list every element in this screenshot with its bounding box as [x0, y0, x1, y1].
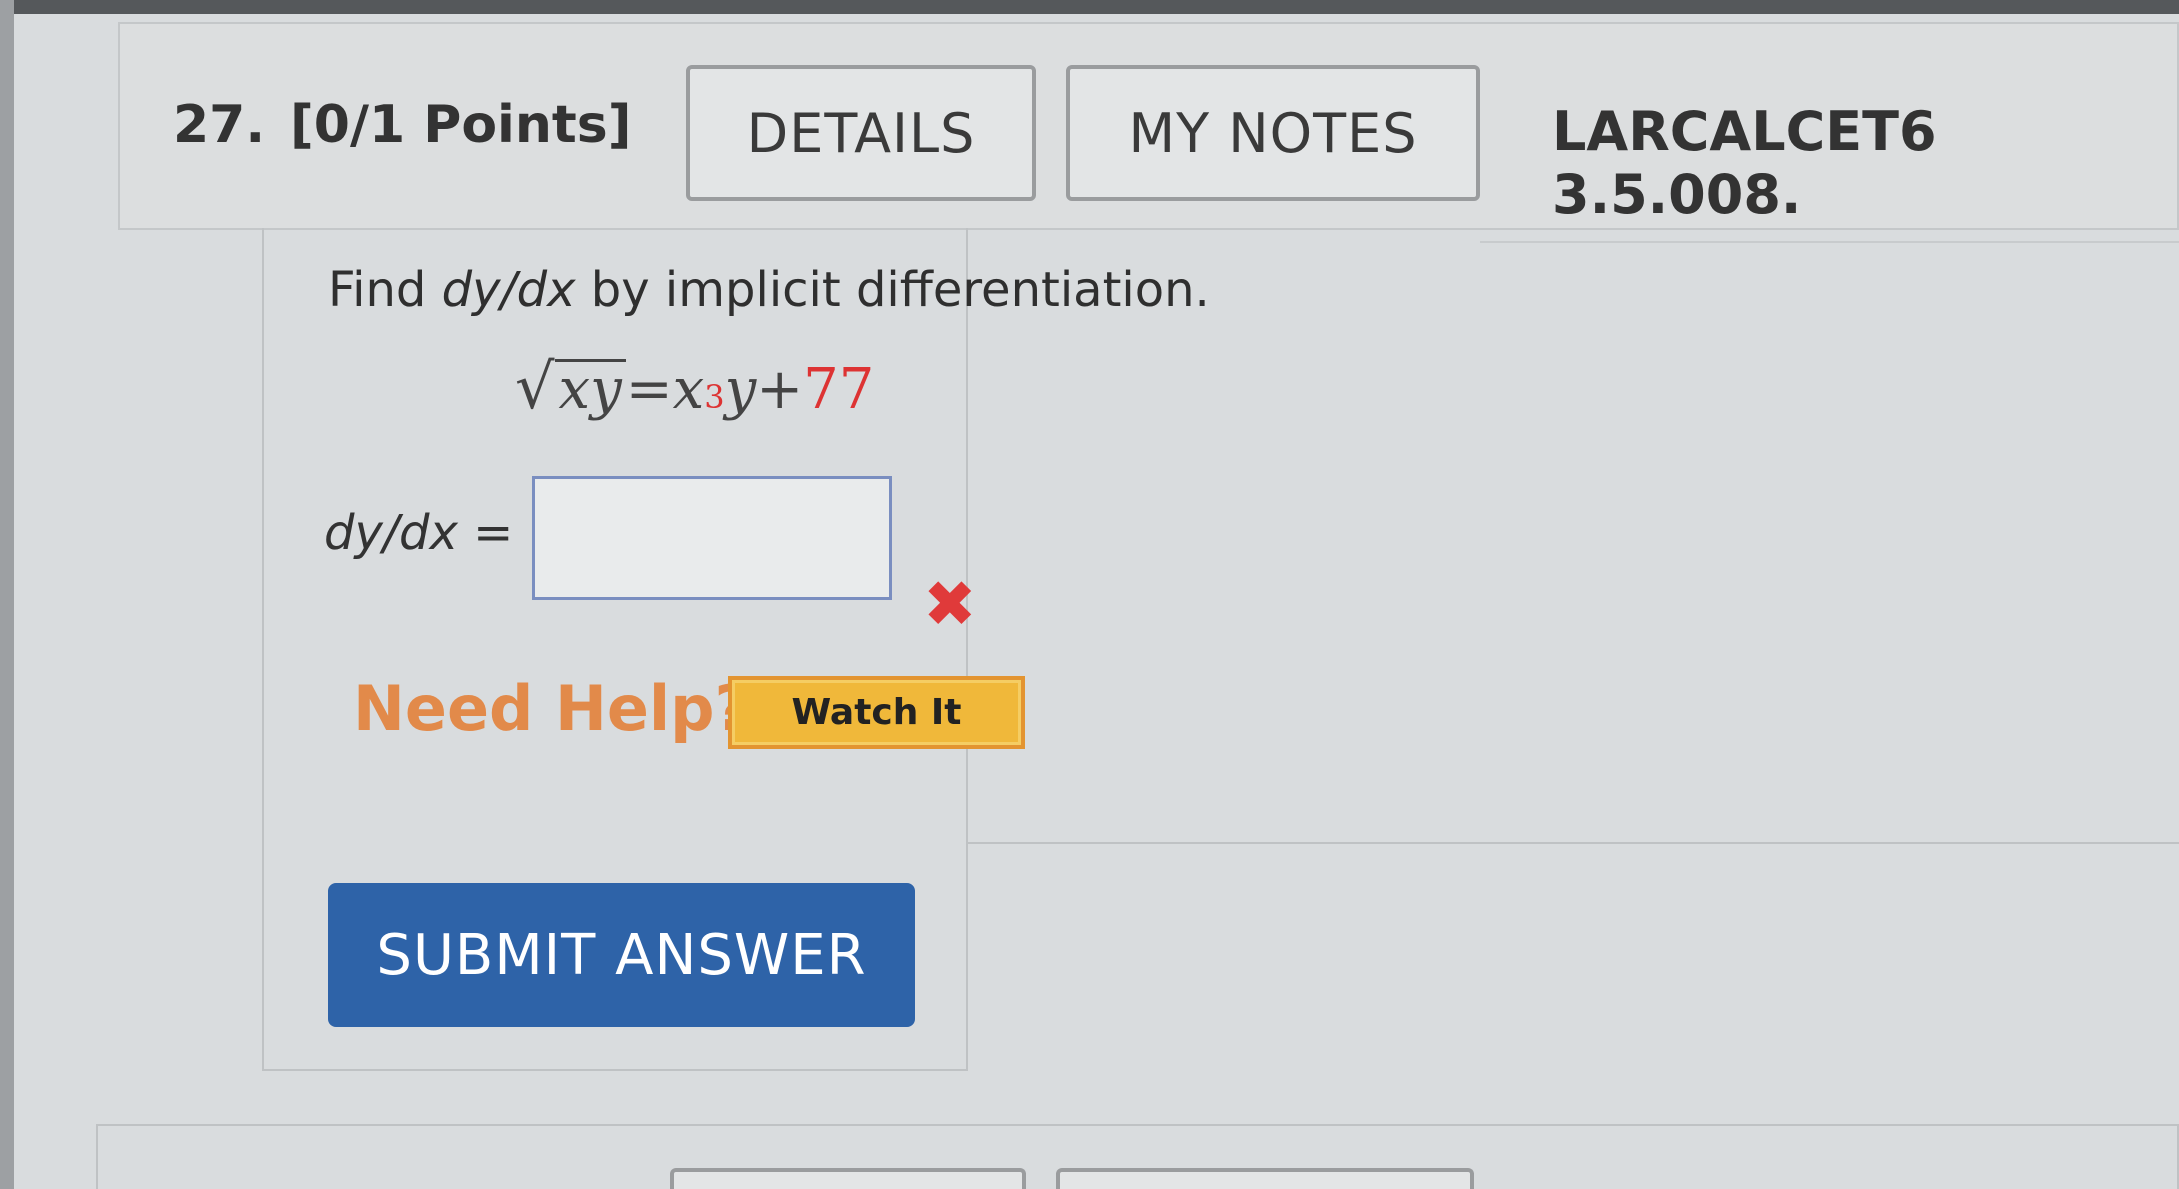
equation-y: y — [724, 357, 757, 422]
equation-constant: 77 — [803, 357, 875, 422]
need-help-label: Need Help? — [353, 672, 751, 745]
question-number: 27. — [173, 95, 266, 155]
watch-it-button[interactable]: Watch It — [728, 676, 1025, 749]
body-divider — [966, 842, 2179, 844]
problem-id: LARCALCET6 3.5.008. — [1552, 100, 1937, 226]
header-divider — [1480, 241, 2179, 243]
equation-exponent: 3 — [704, 378, 725, 416]
details-button[interactable]: DETAILS — [686, 65, 1036, 201]
screen-top-edge — [0, 0, 2179, 14]
answer-input[interactable] — [532, 476, 892, 600]
submit-answer-button[interactable]: SUBMIT ANSWER — [328, 883, 915, 1027]
sqrt-symbol: √ — [515, 350, 555, 423]
equation: √ xy = x3 y + 77 — [515, 350, 874, 423]
my-notes-button[interactable]: MY NOTES — [1066, 65, 1480, 201]
radicand: xy — [554, 359, 626, 418]
next-details-button[interactable] — [670, 1168, 1026, 1189]
plus-sign: + — [756, 357, 804, 422]
equation-x: x — [672, 357, 705, 422]
question-points: [0/1 Points] — [290, 95, 632, 155]
x-mark-icon: ✖ — [923, 568, 977, 642]
next-my-notes-button[interactable] — [1056, 1168, 1474, 1189]
screen-left-edge — [0, 0, 14, 1189]
equals-sign: = — [625, 357, 673, 422]
question-prompt: Find dy/dx by implicit differentiation. — [328, 262, 1210, 318]
answer-label: dy/dx = — [324, 505, 514, 561]
